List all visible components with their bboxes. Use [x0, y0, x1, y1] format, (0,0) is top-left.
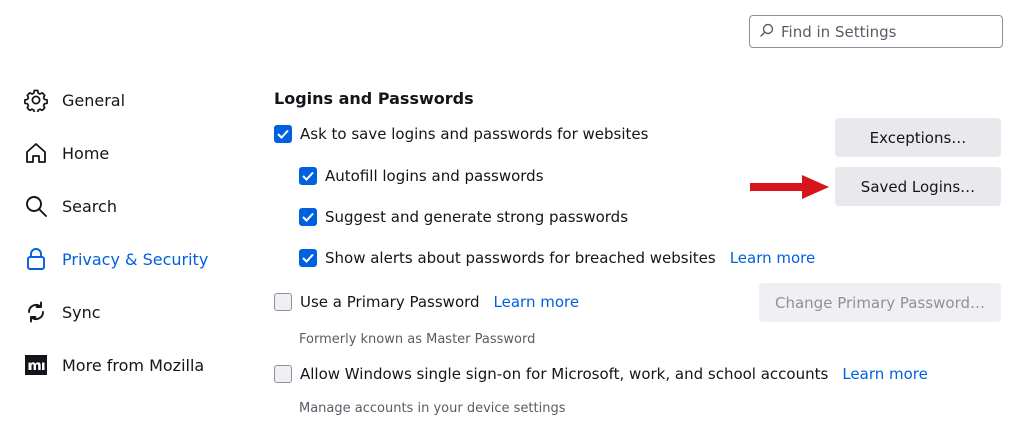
- breach-alerts-setting: Show alerts about passwords for breached…: [299, 249, 815, 267]
- annotation-arrow: [750, 175, 829, 199]
- windows-sso-note: Manage accounts in your device settings: [299, 401, 566, 416]
- windows-sso-learn-more-link[interactable]: Learn more: [842, 365, 928, 383]
- search-icon: [24, 194, 48, 218]
- gear-icon: [24, 88, 48, 112]
- autofill-checkbox[interactable]: [299, 167, 317, 185]
- sidebar-item-label: More from Mozilla: [62, 355, 205, 375]
- sidebar-item-label: Privacy & Security: [62, 249, 209, 269]
- sync-icon: [24, 300, 48, 324]
- sidebar-item-more-from-mozilla[interactable]: More from Mozilla: [24, 349, 204, 381]
- autofill-label: Autofill logins and passwords: [325, 167, 544, 185]
- home-icon: [24, 141, 48, 165]
- suggest-passwords-checkbox[interactable]: [299, 208, 317, 226]
- change-primary-password-button: Change Primary Password…: [759, 283, 1001, 322]
- sidebar-item-home[interactable]: Home: [24, 137, 109, 169]
- autofill-setting: Autofill logins and passwords: [299, 167, 544, 185]
- sidebar-item-label: Search: [62, 196, 117, 216]
- primary-password-checkbox[interactable]: [274, 293, 292, 311]
- ask-save-setting: Ask to save logins and passwords for web…: [274, 125, 648, 143]
- primary-password-note: Formerly known as Master Password: [299, 332, 536, 347]
- section-title: Logins and Passwords: [274, 89, 474, 108]
- primary-password-setting: Use a Primary Password Learn more: [274, 293, 579, 311]
- exceptions-button[interactable]: Exceptions…: [835, 118, 1001, 157]
- sidebar-item-search[interactable]: Search: [24, 190, 117, 222]
- ask-save-label: Ask to save logins and passwords for web…: [300, 125, 649, 143]
- search-icon: [760, 23, 774, 41]
- sidebar-item-label: General: [62, 90, 126, 110]
- breach-alerts-learn-more-link[interactable]: Learn more: [730, 249, 816, 267]
- suggest-passwords-setting: Suggest and generate strong passwords: [299, 208, 628, 226]
- saved-logins-button[interactable]: Saved Logins…: [835, 167, 1001, 206]
- search-input[interactable]: [781, 22, 1002, 41]
- windows-sso-setting: Allow Windows single sign-on for Microso…: [274, 365, 928, 383]
- breach-alerts-label: Show alerts about passwords for breached…: [325, 249, 716, 267]
- sidebar-item-general[interactable]: General: [24, 84, 125, 116]
- suggest-passwords-label: Suggest and generate strong passwords: [325, 208, 629, 226]
- primary-password-learn-more-link[interactable]: Learn more: [494, 293, 580, 311]
- sidebar-item-sync[interactable]: Sync: [24, 296, 101, 328]
- sidebar-item-label: Sync: [62, 302, 101, 322]
- breach-alerts-checkbox[interactable]: [299, 249, 317, 267]
- windows-sso-checkbox[interactable]: [274, 365, 292, 383]
- sidebar-item-label: Home: [62, 143, 110, 163]
- mozilla-logo-icon: [24, 353, 48, 377]
- sidebar-item-privacy-security[interactable]: Privacy & Security: [24, 243, 208, 275]
- search-box[interactable]: [749, 15, 1003, 48]
- windows-sso-label: Allow Windows single sign-on for Microso…: [300, 365, 829, 383]
- primary-password-label: Use a Primary Password: [300, 293, 480, 311]
- lock-icon: [24, 247, 48, 271]
- ask-save-checkbox[interactable]: [274, 125, 292, 143]
